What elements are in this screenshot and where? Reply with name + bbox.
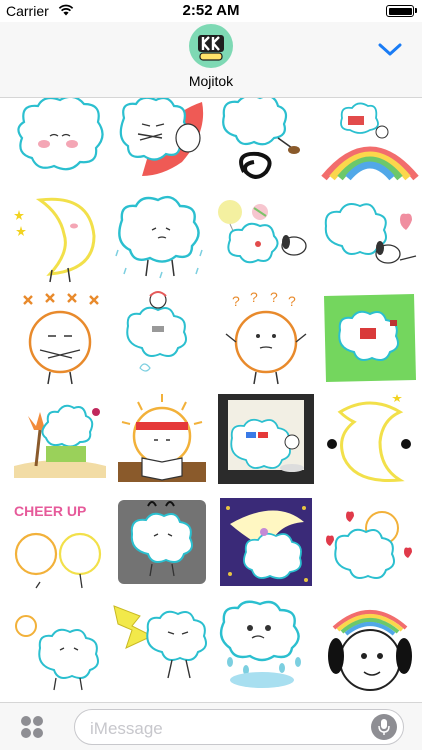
clock: 2:52 AM [182,2,240,19]
sticker-moon-smiling-stars[interactable] [10,190,110,286]
svg-text:?: ? [288,293,296,309]
sticker-cloud-gray-stressed[interactable] [112,494,212,590]
sticker-sun-cheer-up[interactable]: CHEER UP [10,494,110,590]
sticker-cloud-with-bear[interactable] [112,290,212,386]
status-bar: Carrier 2:52 AM [0,0,422,22]
app-drawer-icon[interactable] [17,714,47,740]
sticker-cloud-3d-glasses-movie[interactable] [216,392,316,488]
imessage-input[interactable]: iMessage [74,709,404,745]
mojitok-logo-icon[interactable] [189,24,233,68]
sticker-dog-rainbow-hair[interactable] [320,598,420,694]
sticker-cloud-sun-hearts[interactable] [320,494,420,590]
sticker-grid: ? ? ? ? CHEER UP [0,98,422,702]
sticker-cloud-kicking-swirl[interactable] [216,98,316,188]
sticker-cloud-in-hawaii[interactable] [10,392,110,488]
sticker-sun-question-marks[interactable]: ? ? ? ? [216,290,316,386]
sticker-cloud-on-rainbow[interactable] [320,98,420,188]
sticker-cloud-with-sun-arguing[interactable] [10,598,110,694]
sticker-cloud-on-moon-night[interactable] [216,494,316,590]
message-input-bar: iMessage [0,702,422,750]
app-name: Mojitok [188,73,234,89]
app-header: Mojitok [0,22,422,98]
microphone-icon[interactable] [371,714,397,740]
sticker-cloud-reading-on-grass[interactable] [320,290,420,386]
sticker-cloud-with-balloon-and-dog[interactable] [216,190,316,286]
sticker-cloud-blushing[interactable] [10,98,110,188]
sticker-cloud-lightning-angry[interactable] [112,598,212,694]
sticker-cloud-with-heart-and-dog[interactable] [320,190,420,286]
svg-text:?: ? [270,290,278,305]
sticker-sun-arms-crossed-annoyed[interactable] [10,290,110,386]
battery-icon [386,5,417,17]
svg-text:?: ? [232,293,240,309]
sticker-cloud-crying-puddle[interactable] [216,598,316,694]
chevron-down-icon[interactable] [376,38,404,60]
cheer-up-text: CHEER UP [14,503,86,519]
sticker-sun-studying-headband[interactable] [112,392,212,488]
sticker-cloud-arms-crossed-heart[interactable] [112,98,212,188]
svg-text:?: ? [250,290,258,305]
sticker-cloud-in-rain[interactable] [112,190,212,286]
battery-level [388,7,412,15]
sticker-moon-with-stars[interactable] [320,392,420,488]
imessage-placeholder: iMessage [90,719,163,738]
